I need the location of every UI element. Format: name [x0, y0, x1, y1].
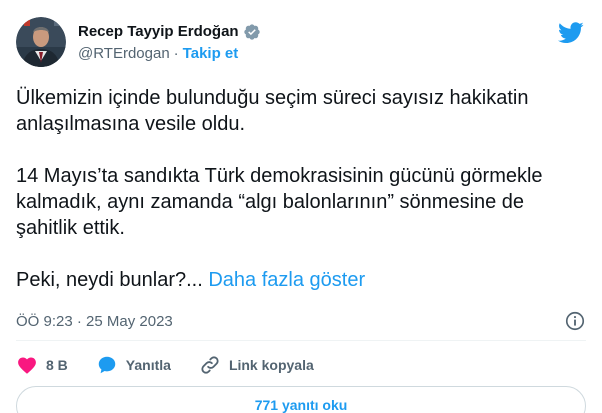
like-button[interactable]: 8 B [16, 354, 68, 376]
avatar-image [16, 17, 66, 67]
action-bar: 8 B Yanıtla Link kopyala [16, 353, 342, 377]
reply-label: Yanıtla [125, 357, 171, 373]
copy-link-button[interactable]: Link kopyala [199, 354, 314, 376]
verified-badge-icon [243, 23, 260, 40]
tweet-paragraph: 14 Mayıs’ta sandıkta Türk demokrasisinin… [16, 165, 543, 239]
tweet-teaser: Peki, neydi bunlar?... [16, 269, 203, 291]
tweet-text: Ülkemizin içinde bulunduğu seçim süreci … [16, 85, 576, 319]
read-replies-label: 771 yanıtı oku [254, 397, 348, 413]
tweet-header: Recep Tayyip Erdoğan @RTErdogan · Takip … [16, 17, 586, 73]
reply-button[interactable]: Yanıtla [96, 354, 171, 376]
separator: · [173, 44, 179, 62]
avatar[interactable] [16, 17, 66, 67]
heart-icon [18, 357, 36, 374]
tweet-embed-card: Recep Tayyip Erdoğan @RTErdogan · Takip … [0, 0, 602, 413]
divider [16, 340, 586, 341]
read-replies-button[interactable]: 771 yanıtı oku [16, 386, 586, 413]
author-name[interactable]: Recep Tayyip Erdoğan [78, 23, 239, 40]
reply-bubble-icon [98, 356, 116, 374]
copy-link-label: Link kopyala [228, 357, 314, 373]
follow-button[interactable]: Takip et [183, 45, 239, 62]
handle-row: @RTErdogan · Takip et [78, 45, 261, 62]
name-row: Recep Tayyip Erdoğan [78, 23, 261, 41]
show-more-link[interactable]: Daha fazla göster [208, 269, 365, 291]
user-info: Recep Tayyip Erdoğan @RTErdogan · Takip … [78, 17, 261, 67]
twitter-bird-icon[interactable] [558, 22, 584, 44]
author-handle[interactable]: @RTErdogan [78, 45, 170, 62]
tweet-paragraph: Ülkemizin içinde bulunduğu seçim süreci … [16, 87, 529, 135]
like-count: 8 B [46, 357, 68, 373]
tweet-meta: ÖÖ 9:23 · 25 May 2023 [16, 309, 586, 333]
timestamp[interactable]: ÖÖ 9:23 · 25 May 2023 [16, 313, 173, 330]
info-icon[interactable] [564, 310, 586, 332]
link-icon [201, 356, 219, 374]
tweet-last-line: Peki, neydi bunlar?... Daha fazla göster [16, 267, 576, 293]
